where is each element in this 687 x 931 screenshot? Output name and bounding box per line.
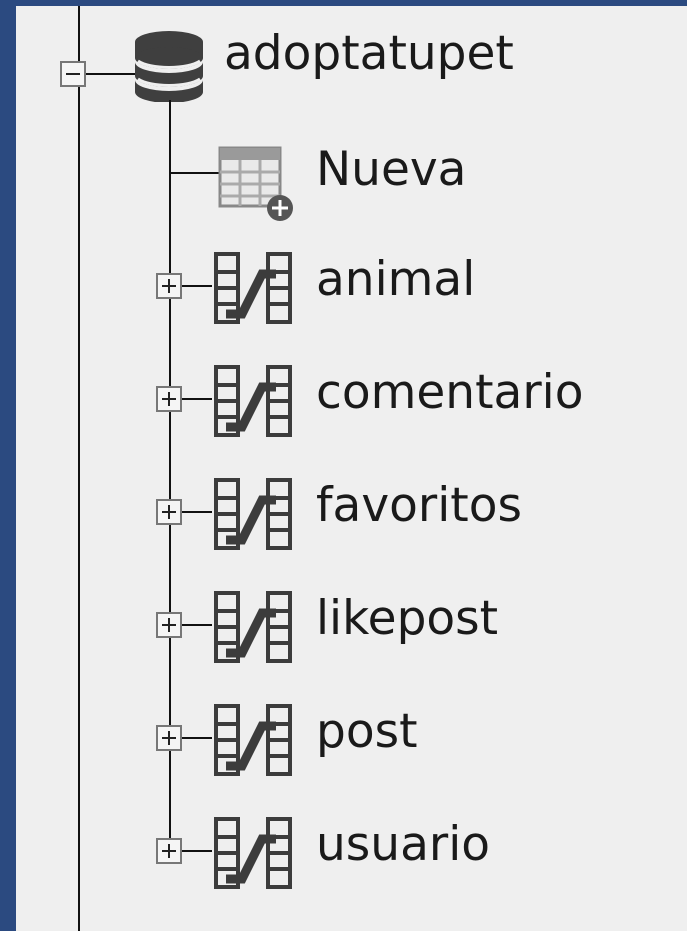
expand-toggle[interactable] bbox=[156, 499, 182, 525]
table-relation-icon bbox=[214, 704, 292, 776]
table-relation-icon bbox=[214, 817, 292, 889]
table-label: comentario bbox=[316, 365, 584, 420]
expand-toggle[interactable] bbox=[156, 612, 182, 638]
database-icon bbox=[135, 31, 203, 102]
tree-connector bbox=[182, 398, 212, 400]
expand-toggle[interactable] bbox=[156, 273, 182, 299]
table-label: favoritos bbox=[316, 478, 522, 533]
table-label: animal bbox=[316, 252, 476, 307]
table-label: likepost bbox=[316, 591, 499, 646]
tree-connector bbox=[182, 624, 212, 626]
tree-root-line bbox=[78, 6, 80, 931]
new-label: Nueva bbox=[316, 142, 467, 197]
table-relation-icon bbox=[214, 252, 292, 324]
expand-toggle[interactable] bbox=[156, 386, 182, 412]
collapse-toggle[interactable] bbox=[60, 61, 86, 87]
database-label: adoptatupet bbox=[224, 26, 514, 81]
tree-connector bbox=[182, 285, 212, 287]
table-label: post bbox=[316, 704, 418, 759]
object-explorer-panel: adoptatupet Nueva animal comentario favo… bbox=[16, 6, 687, 931]
table-relation-icon bbox=[214, 365, 292, 437]
tree-connector bbox=[182, 511, 212, 513]
tree-connector bbox=[86, 73, 136, 75]
tree-connector bbox=[182, 737, 212, 739]
expand-toggle[interactable] bbox=[156, 725, 182, 751]
table-relation-icon bbox=[214, 478, 292, 550]
table-label: usuario bbox=[316, 817, 491, 872]
tree-connector bbox=[182, 850, 212, 852]
new-table-icon bbox=[218, 146, 293, 221]
tree-connector bbox=[171, 172, 219, 174]
expand-toggle[interactable] bbox=[156, 838, 182, 864]
table-relation-icon bbox=[214, 591, 292, 663]
